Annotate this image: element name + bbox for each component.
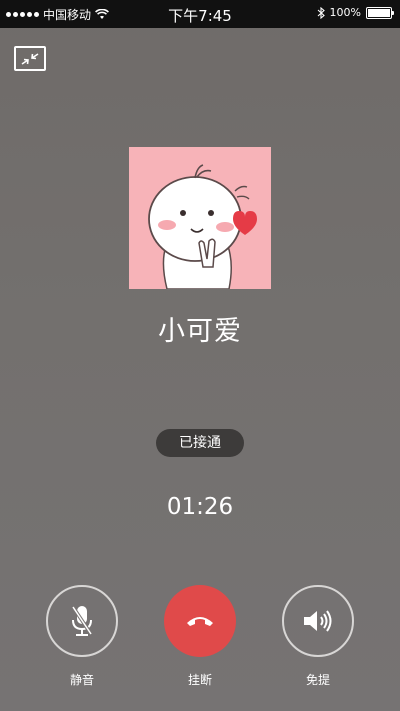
bluetooth-icon: [317, 6, 325, 19]
battery-percent: 100%: [329, 6, 361, 19]
battery-icon: [366, 6, 394, 19]
mute-label: 静音: [69, 673, 94, 687]
phone-hangup-icon: [187, 617, 213, 626]
avatar: [129, 147, 271, 289]
avatar-illustration: [129, 147, 271, 289]
caller-name: 小可爱: [158, 316, 242, 347]
status-bar: 中国移动 下午7:45 100%: [0, 0, 400, 28]
speaker-label: 免提: [305, 673, 330, 687]
mute-control: 静音: [44, 585, 120, 688]
microphone-off-icon: [71, 606, 93, 636]
minimize-button[interactable]: [14, 46, 46, 71]
status-right: 100%: [317, 6, 394, 19]
minimize-window-icon: [21, 52, 39, 65]
call-status-badge: 已接通: [156, 429, 244, 457]
mute-button[interactable]: [46, 585, 118, 657]
speaker-icon: [304, 610, 332, 632]
call-timer: 01:26: [166, 494, 234, 520]
hangup-label: 挂断: [187, 673, 212, 687]
speaker-control: 免提: [280, 585, 356, 688]
speaker-button[interactable]: [282, 585, 354, 657]
hangup-button[interactable]: [164, 585, 236, 657]
hangup-control: 挂断: [162, 585, 238, 688]
